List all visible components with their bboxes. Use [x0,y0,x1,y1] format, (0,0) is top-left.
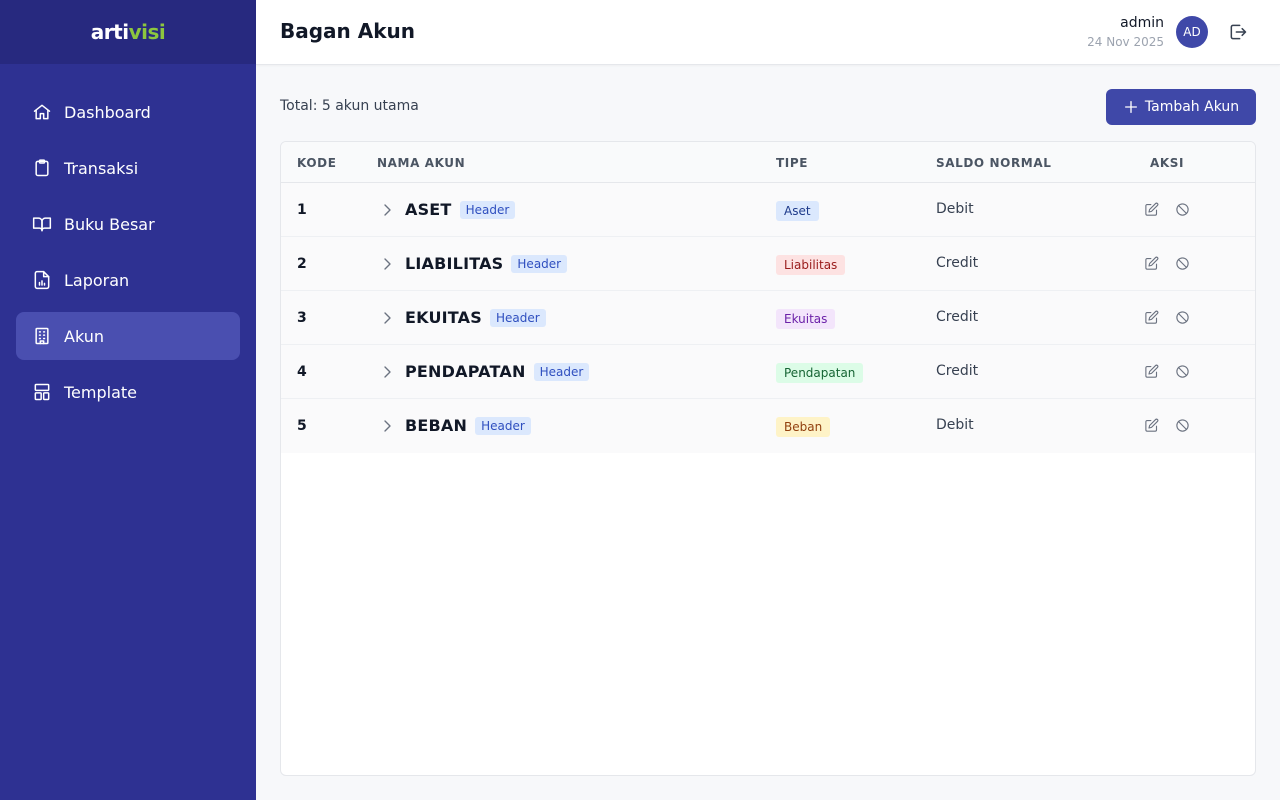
sidebar-item-label: Laporan [64,270,130,290]
sidebar: artivisi Dashboard Transaksi Buku Besar … [0,0,256,800]
building-icon [35,327,49,345]
sidebar-item-label: Akun [64,326,104,346]
chevron-right-icon[interactable] [381,257,393,271]
sidebar-item-template[interactable]: Template [16,368,240,416]
col-tipe: TIPE [776,156,809,170]
account-code: 3 [297,310,307,326]
report-icon [34,270,50,290]
add-account-label: Tambah Akun [1144,99,1240,115]
normal-balance: Credit [936,363,979,379]
table-row: 1 ASET Header Aset Debit [281,183,1255,237]
col-kode: KODE [297,156,337,170]
logout-icon[interactable] [1228,22,1248,42]
table-row: 3 EKUITAS Header Ekuitas Credit [281,291,1255,345]
top-header: Bagan Akun admin 24 Nov 2025 AD [256,0,1280,65]
deactivate-icon[interactable] [1175,202,1190,217]
deactivate-icon[interactable] [1175,256,1190,271]
chevron-right-icon[interactable] [381,203,393,217]
normal-balance: Debit [936,201,974,217]
account-code: 2 [297,256,307,272]
chevron-right-icon[interactable] [381,419,393,433]
current-date: 24 Nov 2025 [1087,35,1164,49]
sidebar-item-buku-besar[interactable]: Buku Besar [16,200,240,248]
type-badge: Ekuitas [776,309,836,329]
table-row: 4 PENDAPATAN Header Pendapatan Credit [281,345,1255,399]
add-account-button[interactable]: Tambah Akun [1106,89,1256,125]
account-name: LIABILITAS [405,254,504,273]
table-header: KODE NAMA AKUN TIPE SALDO NORMAL AKSI [281,142,1255,183]
normal-balance: Credit [936,309,979,325]
edit-icon[interactable] [1144,310,1159,325]
type-badge: Beban [776,417,831,437]
table-row: 2 LIABILITAS Header Liabilitas Credit [281,237,1255,291]
app-logo[interactable]: artivisi [91,20,166,44]
sidebar-item-akun[interactable]: Akun [16,312,240,360]
header-badge: Header [475,416,531,435]
sidebar-item-label: Buku Besar [64,214,155,234]
header-badge: Header [459,200,516,219]
book-icon [32,217,52,232]
account-name-cell: BEBAN Header [405,416,531,435]
accounts-table: KODE NAMA AKUN TIPE SALDO NORMAL AKSI 1 … [280,141,1256,776]
sidebar-item-transaksi[interactable]: Transaksi [16,144,240,192]
logo-bar: artivisi [0,0,256,64]
deactivate-icon[interactable] [1175,418,1190,433]
type-badge: Liabilitas [776,255,846,275]
sidebar-item-label: Dashboard [64,102,151,122]
chevron-right-icon[interactable] [381,311,393,325]
type-badge: Pendapatan [776,363,864,383]
chevron-right-icon[interactable] [381,365,393,379]
table-row: 5 BEBAN Header Beban Debit [281,399,1255,453]
normal-balance: Debit [936,417,974,433]
account-name-cell: EKUITAS Header [405,308,546,327]
sidebar-item-label: Transaksi [64,158,139,178]
user-name: admin [1120,15,1164,31]
page-title: Bagan Akun [280,19,416,43]
account-name: EKUITAS [405,308,482,327]
total-count: Total: 5 akun utama [280,98,419,114]
normal-balance: Credit [936,255,979,271]
plus-icon [1124,101,1137,113]
type-badge: Aset [776,201,819,221]
account-name-cell: PENDAPATAN Header [405,362,590,381]
account-name: ASET [405,200,452,219]
account-code: 4 [297,364,307,380]
template-icon [34,383,50,401]
sidebar-nav: Dashboard Transaksi Buku Besar Laporan A… [0,64,256,416]
header-badge: Header [533,362,590,381]
account-name-cell: ASET Header [405,200,516,219]
sidebar-item-label: Template [64,382,138,402]
deactivate-icon[interactable] [1175,310,1190,325]
edit-icon[interactable] [1144,256,1159,271]
clipboard-icon [35,159,49,177]
edit-icon[interactable] [1144,202,1159,217]
table-body: 1 ASET Header Aset Debit 2 LIABILITAS He… [281,183,1255,453]
edit-icon[interactable] [1144,364,1159,379]
account-name: PENDAPATAN [405,362,526,381]
account-code: 5 [297,418,307,434]
avatar[interactable]: AD [1176,16,1208,48]
col-aksi: AKSI [1150,156,1185,170]
sidebar-item-dashboard[interactable]: Dashboard [16,88,240,136]
edit-icon[interactable] [1144,418,1159,433]
account-name-cell: LIABILITAS Header [405,254,568,273]
header-badge: Header [511,254,568,273]
home-icon [33,104,51,120]
header-badge: Header [489,308,546,327]
col-nama: NAMA AKUN [377,156,466,170]
account-name: BEBAN [405,416,468,435]
account-code: 1 [297,202,307,218]
col-saldo: SALDO NORMAL [936,156,1052,170]
deactivate-icon[interactable] [1175,364,1190,379]
sidebar-item-laporan[interactable]: Laporan [16,256,240,304]
